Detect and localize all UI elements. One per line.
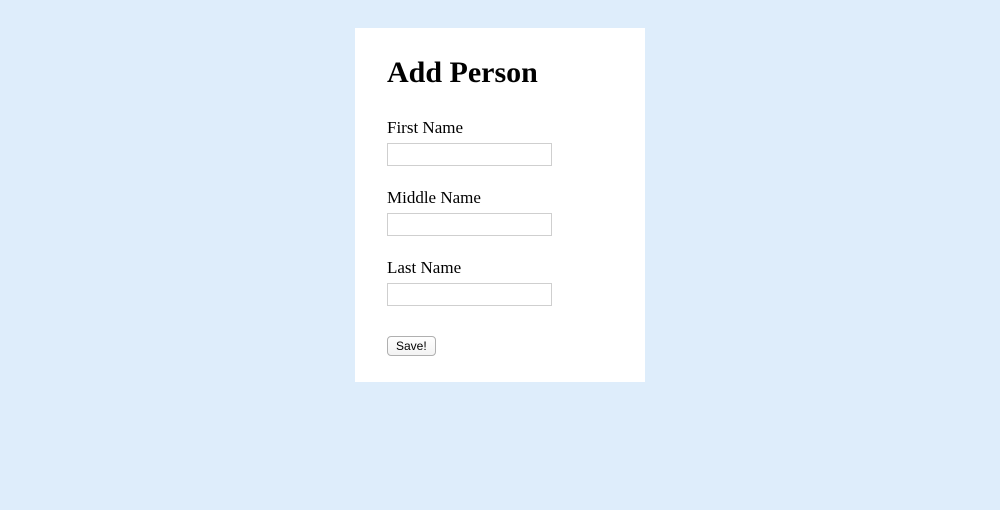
save-button[interactable]: Save! [387,336,436,356]
middle-name-label: Middle Name [387,188,613,208]
first-name-input[interactable] [387,143,552,166]
last-name-label: Last Name [387,258,613,278]
first-name-field-group: First Name [387,118,613,166]
last-name-field-group: Last Name [387,258,613,306]
middle-name-field-group: Middle Name [387,188,613,236]
add-person-form: Add Person First Name Middle Name Last N… [355,28,645,382]
middle-name-input[interactable] [387,213,552,236]
last-name-input[interactable] [387,283,552,306]
page-title: Add Person [387,56,613,90]
first-name-label: First Name [387,118,613,138]
